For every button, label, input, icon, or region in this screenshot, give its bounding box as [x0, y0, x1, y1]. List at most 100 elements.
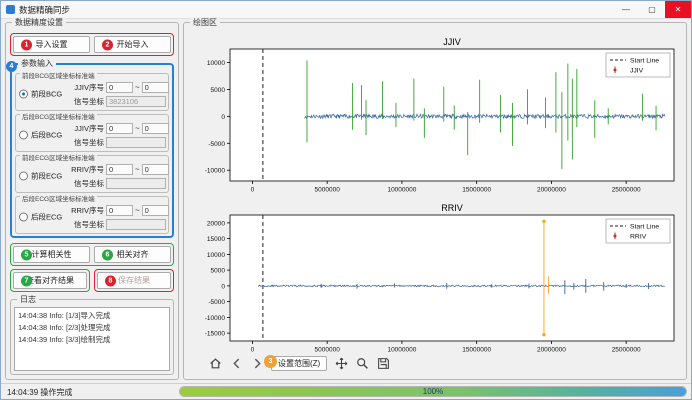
correlation-align-label: 相关对齐 [117, 250, 149, 259]
step-badge-7: 7 [21, 275, 32, 286]
titlebar: 数据精确同步 — ▢ ✕ [1, 1, 691, 19]
tilde-separator: ~ [135, 206, 140, 215]
svg-text:0: 0 [221, 283, 225, 290]
svg-text:10000000: 10000000 [387, 187, 416, 194]
step-badge-8: 8 [105, 275, 116, 286]
svg-text:JJIV: JJIV [630, 68, 644, 75]
radio-rear-ecg[interactable]: 后段ECG [19, 211, 62, 222]
radio-rear-bcg[interactable]: 后段BCG [19, 129, 62, 140]
status-text: 14:04:39 操作完成 [7, 387, 72, 398]
seq-to-input[interactable] [142, 82, 169, 93]
radio-front-ecg[interactable]: 前段ECG [19, 170, 62, 181]
seq-from-input[interactable] [106, 205, 133, 216]
param-input-group: 参数输入 4 前段BCG区域坐标标准端 前段BCG JJIV序号 ~ [10, 63, 174, 238]
radio-icon [19, 130, 28, 139]
step-badge-5: 5 [21, 249, 32, 260]
app-icon [6, 5, 15, 14]
svg-text:-5000: -5000 [208, 141, 225, 148]
radio-front-bcg[interactable]: 前段BCG [19, 88, 62, 99]
calc-correlation-button[interactable]: 5 计算相关性 [13, 246, 90, 263]
svg-text:-10000: -10000 [205, 315, 226, 322]
start-import-label: 开始导入 [117, 40, 149, 49]
radio-icon [19, 212, 28, 221]
import-settings-button[interactable]: 1 导入设置 [13, 36, 90, 53]
status-bar: 14:04:39 操作完成 100% [1, 383, 691, 399]
svg-text:5000: 5000 [211, 268, 226, 275]
zoom-icon[interactable] [355, 356, 369, 370]
settings-group-title: 数据精度设置 [12, 17, 66, 28]
radio-label: 前段BCG [31, 88, 62, 99]
coord-label: 信号坐标 [68, 96, 104, 107]
seq-from-input[interactable] [106, 164, 133, 175]
tilde-separator: ~ [135, 124, 140, 133]
svg-text:JJIV: JJIV [443, 37, 461, 47]
forward-icon[interactable] [250, 356, 264, 370]
rriv-chart[interactable]: RRIV-15000-10000-50000500010000150002000… [190, 201, 680, 353]
save-result-label: 保存结果 [118, 276, 150, 285]
view-result-button[interactable]: 7 查看对齐结果 [13, 272, 87, 289]
save-icon[interactable] [376, 356, 390, 370]
svg-text:15000: 15000 [207, 236, 225, 243]
svg-text:RRIV: RRIV [441, 203, 463, 213]
right-panel: 绘图区 JJIV-10000-5000050001000005000000100… [183, 22, 687, 380]
param-section-rear-bcg: 后段BCG区域坐标标准端 后段BCG JJIV序号 ~ 信号坐标 [15, 114, 169, 152]
step-badge-6: 6 [102, 249, 113, 260]
svg-text:-10000: -10000 [205, 168, 226, 175]
seq-from-input[interactable] [106, 82, 133, 93]
seq-label: RRIV序号 [68, 164, 104, 175]
jjiv-chart[interactable]: JJIV-10000-50000500010000050000001000000… [190, 35, 680, 193]
svg-text:20000: 20000 [207, 220, 225, 227]
pan-icon[interactable] [334, 356, 348, 370]
progress-bar: 100% [179, 386, 687, 397]
coord-input[interactable] [106, 137, 166, 148]
seq-to-input[interactable] [142, 164, 169, 175]
log-group-title: 日志 [17, 294, 39, 305]
svg-text:-15000: -15000 [205, 331, 226, 338]
minimize-button[interactable]: — [613, 1, 639, 18]
correlation-box: 5 计算相关性 6 相关对齐 [10, 243, 174, 266]
plot-area-group: 绘图区 JJIV-10000-5000050001000005000000100… [183, 22, 687, 380]
home-icon[interactable] [208, 356, 222, 370]
svg-text:5000000: 5000000 [315, 187, 341, 194]
seq-label: JJIV序号 [68, 82, 104, 93]
coord-input[interactable] [106, 96, 166, 107]
radio-icon [19, 89, 28, 98]
svg-text:0: 0 [251, 187, 255, 194]
param-section-front-bcg: 前段BCG区域坐标标准端 前段BCG JJIV序号 ~ 信号坐标 [15, 73, 169, 111]
tilde-separator: ~ [135, 83, 140, 92]
tilde-separator: ~ [135, 165, 140, 174]
window-controls: — ▢ ✕ [613, 1, 691, 18]
log-line: 14:04:39 Info: [3/3]绘制完成 [18, 334, 166, 346]
back-icon[interactable] [229, 356, 243, 370]
start-import-button[interactable]: 2 开始导入 [94, 36, 171, 53]
coord-label: 信号坐标 [68, 219, 104, 230]
log-list[interactable]: 14:04:38 Info: [1/3]导入完成 14:04:38 Info: … [14, 307, 170, 371]
seq-to-input[interactable] [142, 123, 169, 134]
view-result-box: 7 查看对齐结果 [10, 269, 90, 292]
svg-text:Start Line: Start Line [630, 58, 659, 65]
step-badge-2: 2 [102, 39, 113, 50]
correlation-align-button[interactable]: 6 相关对齐 [94, 246, 171, 263]
coord-label: 信号坐标 [68, 178, 104, 189]
calc-correlation-label: 计算相关性 [32, 250, 72, 259]
seq-from-input[interactable] [106, 123, 133, 134]
coord-input[interactable] [106, 219, 166, 230]
coord-input[interactable] [106, 178, 166, 189]
section-title: 前段BCG区域坐标标准端 [20, 70, 97, 80]
set-range-button[interactable]: 3 设置范围(Z) [271, 356, 327, 371]
log-line: 14:04:38 Info: [2/3]处理完成 [18, 322, 166, 334]
import-settings-label: 导入设置 [36, 40, 68, 49]
svg-text:10000: 10000 [207, 60, 225, 67]
app-window: 数据精确同步 — ▢ ✕ 数据精度设置 1 导入设置 2 开始导入 [0, 0, 692, 400]
param-section-rear-ecg: 后段ECG区域坐标标准端 后段ECG RRIV序号 ~ 信号坐标 [15, 196, 169, 234]
svg-text:20000000: 20000000 [537, 187, 566, 194]
maximize-button[interactable]: ▢ [639, 1, 665, 18]
seq-to-input[interactable] [142, 205, 169, 216]
left-panel: 数据精度设置 1 导入设置 2 开始导入 参数输入 4 前段BCG区域 [5, 22, 179, 380]
import-button-box: 1 导入设置 2 开始导入 [10, 33, 174, 56]
param-section-front-ecg: 前段ECG区域坐标标准端 前段ECG RRIV序号 ~ 信号坐标 [15, 155, 169, 193]
radio-label: 后段BCG [31, 129, 62, 140]
save-result-button[interactable]: 8 保存结果 [97, 272, 171, 289]
close-button[interactable]: ✕ [665, 1, 691, 18]
svg-text:25000000: 25000000 [612, 187, 641, 194]
